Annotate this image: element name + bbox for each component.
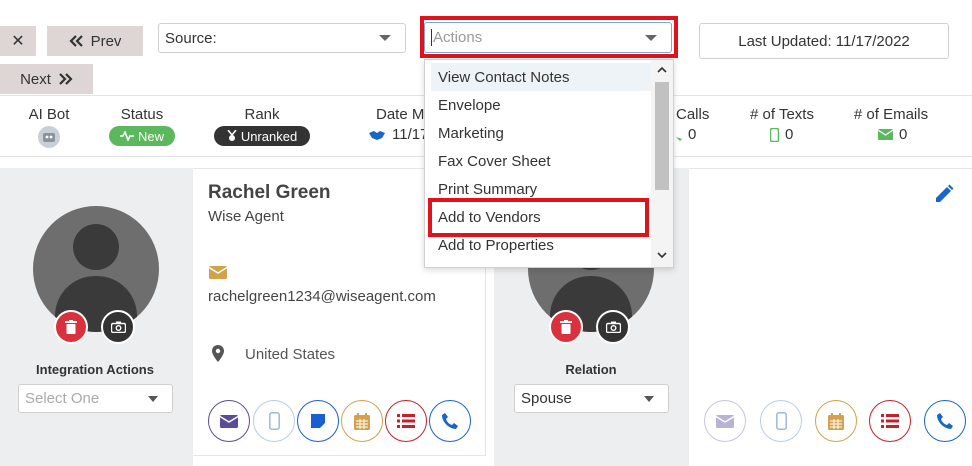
contact-avatar xyxy=(33,206,159,332)
list-icon xyxy=(397,414,415,428)
scroll-up-icon[interactable] xyxy=(657,66,667,73)
rank-badge: Unranked xyxy=(214,126,310,146)
email-action-button[interactable] xyxy=(208,400,250,442)
envelope-icon xyxy=(878,129,893,140)
integration-actions-label: Integration Actions xyxy=(36,362,154,377)
scroll-down-icon[interactable] xyxy=(657,252,667,259)
phone-icon xyxy=(676,136,682,141)
envelope-icon xyxy=(220,414,238,428)
rank-label: Rank xyxy=(244,106,280,123)
delete-relation-photo-button[interactable] xyxy=(549,310,583,344)
close-button[interactable]: ✕ xyxy=(0,26,36,56)
texts-label: # of Texts xyxy=(750,106,814,123)
relation-select[interactable]: Spouse xyxy=(514,384,669,413)
text-action-button[interactable] xyxy=(253,400,295,442)
dropdown-scrollbar[interactable] xyxy=(651,60,673,267)
camera-icon xyxy=(605,321,621,333)
double-chevron-left-icon xyxy=(69,35,83,47)
next-label: Next xyxy=(20,70,51,88)
delete-photo-button[interactable] xyxy=(54,310,88,344)
last-updated: Last Updated: 11/17/2022 xyxy=(699,23,949,59)
chevron-down-icon xyxy=(644,395,654,402)
phone-icon xyxy=(937,413,953,429)
mobile-icon xyxy=(775,412,787,430)
relation-calendar-action-button[interactable] xyxy=(815,400,857,442)
handshake-icon xyxy=(369,130,385,140)
relation-email-action-button[interactable] xyxy=(704,400,746,442)
trash-icon xyxy=(65,320,77,334)
upload-relation-photo-button[interactable] xyxy=(596,310,630,344)
envelope-icon xyxy=(209,266,227,279)
medal-icon xyxy=(227,130,237,141)
menu-item-envelope[interactable]: Envelope xyxy=(431,91,651,119)
next-button[interactable]: Next xyxy=(0,64,93,94)
contact-email[interactable]: rachelgreen1234@wiseagent.com xyxy=(208,288,436,305)
emails-value: 0 xyxy=(878,126,907,143)
relation-text-action-button[interactable] xyxy=(760,400,802,442)
source-label: Source: xyxy=(165,29,217,47)
robot-icon xyxy=(38,126,60,148)
calendar-action-button[interactable] xyxy=(341,400,383,442)
calls-value: 0 xyxy=(676,126,696,143)
menu-item-view-contact-notes[interactable]: View Contact Notes xyxy=(431,63,651,91)
relation-value: Spouse xyxy=(521,390,572,407)
last-updated-text: Last Updated: 11/17/2022 xyxy=(738,32,910,50)
texts-value: 0 xyxy=(770,126,793,143)
status-badge: New xyxy=(109,126,175,146)
close-icon: ✕ xyxy=(11,33,25,50)
scrollbar-thumb[interactable] xyxy=(655,82,669,190)
source-select[interactable]: Source: xyxy=(158,23,406,53)
list-icon xyxy=(881,414,899,428)
relation-tasks-action-button[interactable] xyxy=(869,400,911,442)
calls-label: Calls xyxy=(676,106,710,123)
chevron-down-icon xyxy=(148,395,158,402)
tasks-action-button[interactable] xyxy=(385,400,427,442)
contact-name: Rachel Green xyxy=(208,182,331,203)
map-pin-icon xyxy=(212,345,224,362)
upload-photo-button[interactable] xyxy=(101,310,135,344)
integration-select[interactable]: Select One xyxy=(18,384,173,413)
prev-button[interactable]: Prev xyxy=(47,26,143,56)
relation-call-action-button[interactable] xyxy=(924,400,966,442)
ai-bot-label: AI Bot xyxy=(28,106,70,123)
sticky-note-icon xyxy=(311,414,325,428)
chevron-down-icon xyxy=(645,34,657,41)
chevron-down-icon xyxy=(379,35,391,41)
menu-item-fax-cover-sheet[interactable]: Fax Cover Sheet xyxy=(431,147,651,175)
emails-label: # of Emails xyxy=(853,106,929,123)
actions-placeholder: Actions xyxy=(431,29,483,46)
trash-icon xyxy=(560,320,572,334)
call-action-button[interactable] xyxy=(429,400,471,442)
integration-placeholder: Select One xyxy=(25,390,100,407)
camera-icon xyxy=(110,321,126,333)
calendar-icon xyxy=(354,412,370,430)
double-chevron-right-icon xyxy=(59,73,73,85)
pulse-icon xyxy=(119,131,134,141)
contact-location: United States xyxy=(245,346,336,363)
contact-company: Wise Agent xyxy=(208,208,284,225)
calendar-icon xyxy=(828,412,844,430)
status-label: Status xyxy=(120,106,164,123)
relation-label: Relation xyxy=(565,362,617,377)
mobile-icon xyxy=(268,412,280,430)
phone-icon xyxy=(442,413,458,429)
prev-label: Prev xyxy=(90,32,122,50)
menu-item-marketing[interactable]: Marketing xyxy=(431,119,651,147)
pencil-icon[interactable] xyxy=(934,184,954,204)
envelope-icon xyxy=(716,414,734,428)
actions-select[interactable]: Actions xyxy=(424,22,672,53)
add-to-vendors-highlight xyxy=(428,198,649,237)
note-action-button[interactable] xyxy=(297,400,339,442)
date-value: 11/17/ xyxy=(368,126,433,143)
mobile-icon xyxy=(770,127,779,142)
